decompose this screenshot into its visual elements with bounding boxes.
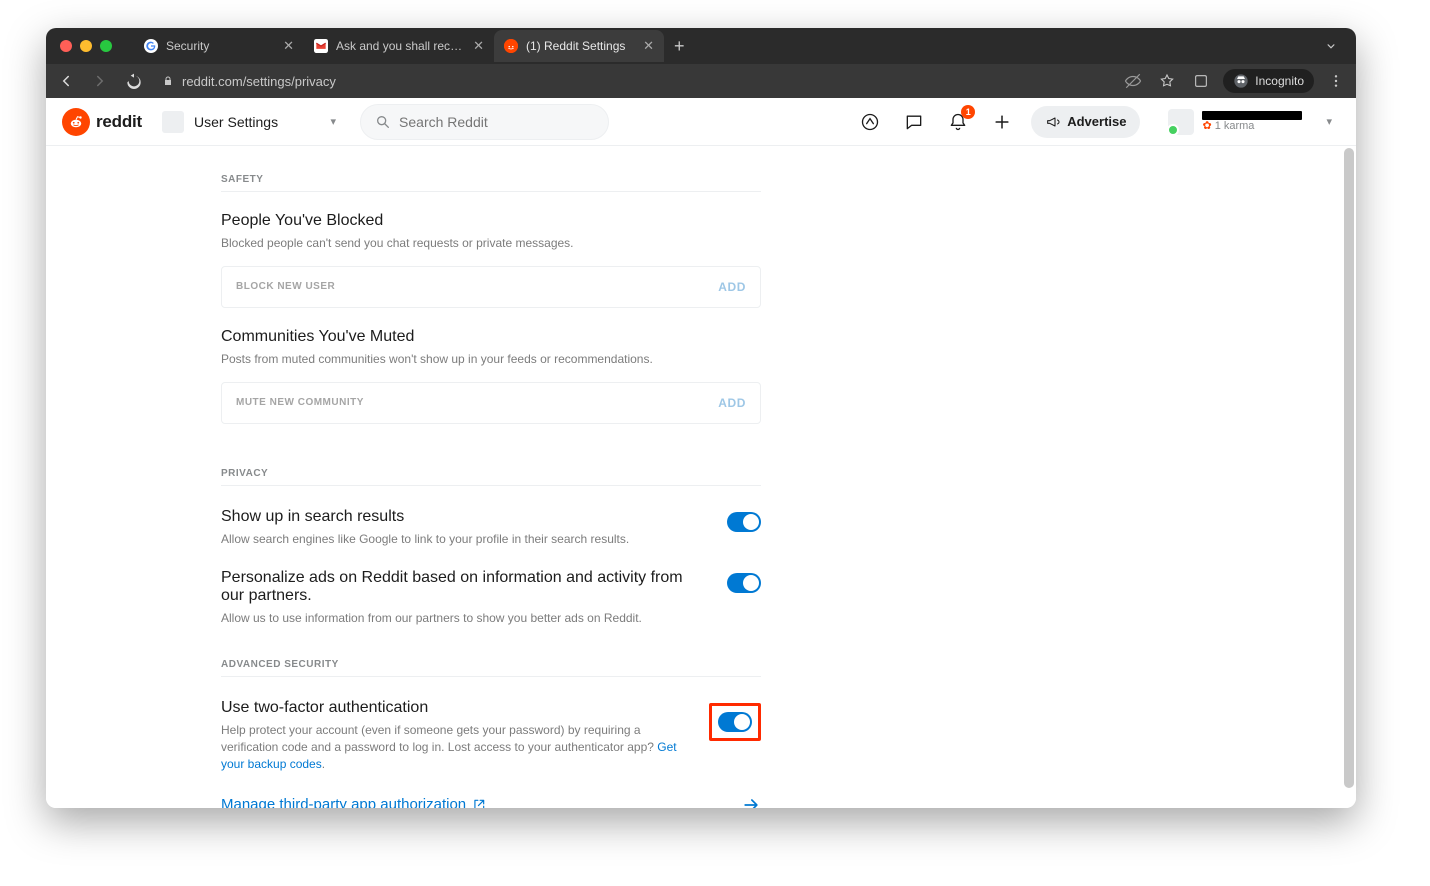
incognito-label: Incognito xyxy=(1255,74,1304,88)
window-maximize-button[interactable] xyxy=(100,40,112,52)
chat-button[interactable] xyxy=(899,107,929,137)
section-label-safety: SAFETY xyxy=(221,174,761,192)
tab-label: Ask and you shall receive... a | xyxy=(336,39,465,53)
third-party-auth-row[interactable]: Manage third-party app authorization xyxy=(221,795,761,808)
twofa-title: Use two-factor authentication xyxy=(221,699,691,717)
incognito-indicator[interactable]: Incognito xyxy=(1223,69,1314,93)
browser-window: Security ✕ Ask and you shall receive... … xyxy=(46,28,1356,808)
mute-community-input[interactable]: MUTE NEW COMMUNITY ADD xyxy=(221,382,761,424)
new-tab-button[interactable]: + xyxy=(664,36,695,57)
search-results-toggle[interactable] xyxy=(727,512,761,532)
window-controls xyxy=(56,40,112,52)
muted-desc: Posts from muted communities won't show … xyxy=(221,351,761,368)
scrollbar-thumb[interactable] xyxy=(1344,148,1354,788)
third-party-auth-link[interactable]: Manage third-party app authorization xyxy=(221,796,486,808)
close-icon[interactable]: ✕ xyxy=(473,38,484,54)
close-icon[interactable]: ✕ xyxy=(283,38,294,54)
muted-title: Communities You've Muted xyxy=(221,328,761,346)
notification-badge: 1 xyxy=(961,105,975,119)
search-results-title: Show up in search results xyxy=(221,508,709,526)
user-menu[interactable]: ✿1 karma ▾ xyxy=(1160,104,1340,140)
personalize-ads-setting: Personalize ads on Reddit based on infor… xyxy=(221,569,761,627)
mute-placeholder: MUTE NEW COMMUNITY xyxy=(236,397,718,408)
blocked-desc: Blocked people can't send you chat reque… xyxy=(221,235,761,252)
browser-tabs: Security ✕ Ask and you shall receive... … xyxy=(134,28,695,64)
tab-label: Security xyxy=(166,39,275,53)
google-favicon xyxy=(144,39,158,53)
advertise-button[interactable]: Advertise xyxy=(1031,106,1140,138)
settings-content: SAFETY People You've Blocked Blocked peo… xyxy=(46,146,1356,808)
tabs-overflow-button[interactable] xyxy=(1324,39,1346,53)
search-results-desc: Allow search engines like Google to link… xyxy=(221,531,709,548)
section-label-privacy: PRIVACY xyxy=(221,468,761,486)
gmail-favicon xyxy=(314,39,328,53)
reddit-search[interactable] xyxy=(360,104,609,140)
reddit-logo[interactable]: reddit xyxy=(62,108,142,136)
reddit-wordmark: reddit xyxy=(96,112,142,132)
block-placeholder: BLOCK NEW USER xyxy=(236,281,718,292)
reddit-page: reddit User Settings ▾ 1 xyxy=(46,98,1356,808)
tracking-icon[interactable] xyxy=(1121,69,1145,93)
two-factor-toggle[interactable] xyxy=(718,712,752,732)
ads-desc: Allow us to use information from our par… xyxy=(221,610,709,627)
karma-label: ✿1 karma xyxy=(1202,120,1302,132)
nav-back-button[interactable] xyxy=(54,69,78,93)
incognito-icon xyxy=(1233,73,1249,89)
blocked-users-block: People You've Blocked Blocked people can… xyxy=(221,212,761,308)
add-blocked-button[interactable]: ADD xyxy=(718,280,746,294)
tab-reddit-settings[interactable]: (1) Reddit Settings ✕ xyxy=(494,30,664,62)
selector-icon xyxy=(162,111,184,133)
search-input[interactable] xyxy=(399,114,594,130)
twofa-desc: Help protect your account (even if someo… xyxy=(221,722,691,772)
add-muted-button[interactable]: ADD xyxy=(718,396,746,410)
window-close-button[interactable] xyxy=(60,40,72,52)
browser-titlebar: Security ✕ Ask and you shall receive... … xyxy=(46,28,1356,64)
create-post-button[interactable] xyxy=(987,107,1017,137)
popular-button[interactable] xyxy=(855,107,885,137)
tab-label: (1) Reddit Settings xyxy=(526,39,635,53)
reddit-favicon xyxy=(504,39,518,53)
browser-menu-button[interactable] xyxy=(1324,69,1348,93)
page-selector-dropdown[interactable]: User Settings ▾ xyxy=(156,105,346,139)
username-redacted xyxy=(1202,111,1302,120)
two-factor-setting: Use two-factor authentication Help prote… xyxy=(221,699,761,772)
advertise-label: Advertise xyxy=(1067,114,1126,129)
reload-button[interactable] xyxy=(122,69,146,93)
search-results-setting: Show up in search results Allow search e… xyxy=(221,508,761,548)
block-user-input[interactable]: BLOCK NEW USER ADD xyxy=(221,266,761,308)
selector-label: User Settings xyxy=(194,114,278,130)
avatar xyxy=(1168,109,1194,135)
megaphone-icon xyxy=(1045,114,1061,130)
search-icon xyxy=(375,114,391,130)
lock-icon xyxy=(162,75,174,87)
close-icon[interactable]: ✕ xyxy=(643,38,654,54)
nav-forward-button[interactable] xyxy=(88,69,112,93)
personalize-ads-toggle[interactable] xyxy=(727,573,761,593)
external-link-icon xyxy=(472,798,486,808)
notifications-button[interactable]: 1 xyxy=(943,107,973,137)
chevron-down-icon: ▾ xyxy=(331,115,337,128)
blocked-title: People You've Blocked xyxy=(221,212,761,230)
ads-title: Personalize ads on Reddit based on infor… xyxy=(221,569,709,605)
bookmark-star-icon[interactable] xyxy=(1155,69,1179,93)
extensions-icon[interactable] xyxy=(1189,69,1213,93)
scrollbar[interactable] xyxy=(1344,148,1354,804)
url-text: reddit.com/settings/privacy xyxy=(182,74,336,89)
reddit-logo-icon xyxy=(62,108,90,136)
tab-gmail[interactable]: Ask and you shall receive... a | ✕ xyxy=(304,30,494,62)
tab-security[interactable]: Security ✕ xyxy=(134,30,304,62)
muted-communities-block: Communities You've Muted Posts from mute… xyxy=(221,328,761,424)
twofa-highlight xyxy=(709,703,761,741)
arrow-right-icon xyxy=(741,795,761,808)
window-minimize-button[interactable] xyxy=(80,40,92,52)
reddit-header: reddit User Settings ▾ 1 xyxy=(46,98,1356,146)
chevron-down-icon: ▾ xyxy=(1326,115,1332,128)
karma-icon: ✿ xyxy=(1202,120,1211,132)
browser-addressbar: reddit.com/settings/privacy Incognito xyxy=(46,64,1356,98)
url-display[interactable]: reddit.com/settings/privacy xyxy=(156,74,342,89)
section-label-advanced-security: ADVANCED SECURITY xyxy=(221,659,761,677)
